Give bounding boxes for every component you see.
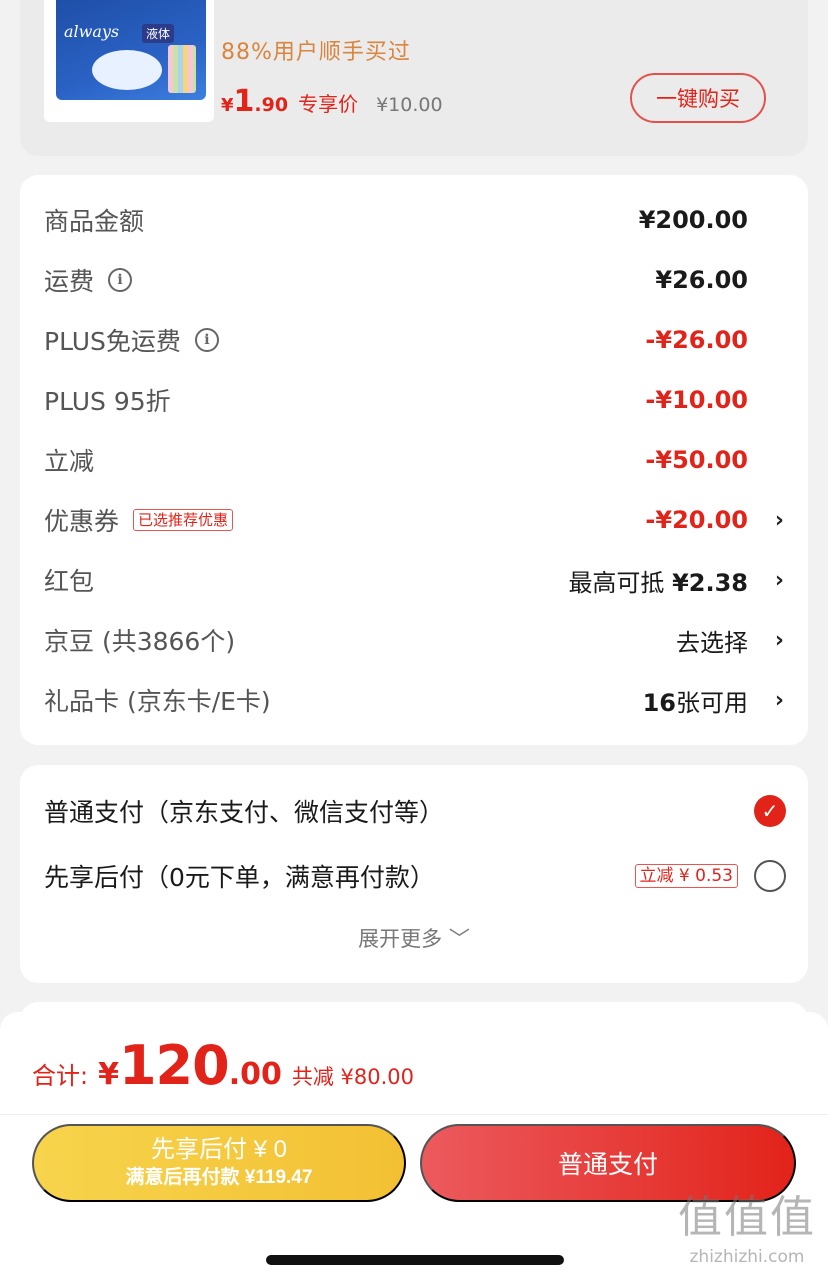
chevron-right-icon: › — [774, 507, 784, 533]
summary-label-text: 优惠券 — [44, 507, 120, 536]
product-badge: 液体 — [142, 24, 175, 43]
summary-label: 商品金额 — [44, 207, 145, 236]
chevron-right-icon: › — [774, 687, 784, 713]
home-indicator — [266, 1255, 564, 1265]
watermark-url: zhizhizhi.com — [689, 1247, 805, 1267]
pay-later-title: 先享后付 ¥ 0 — [150, 1136, 288, 1163]
payment-option-pay-later[interactable]: 先享后付（0元下单，满意再付款） 立减 ¥ 0.53 — [44, 854, 788, 898]
pad-graphic — [92, 50, 162, 90]
summary-row-red-packet[interactable]: 红包 最高可抵 ¥2.38 › — [44, 560, 784, 600]
summary-row-coupon[interactable]: 优惠券 已选推荐优惠 -¥20.00 › — [44, 500, 784, 540]
summary-row-shipping: 运费 i ¥26.00 — [44, 260, 784, 300]
price-tag: 专享价 — [298, 92, 359, 116]
checked-icon[interactable]: ✓ — [754, 795, 786, 827]
quick-buy-button[interactable]: 一键购买 — [630, 73, 766, 123]
summary-label: 礼品卡 (京东卡/E卡) — [44, 687, 271, 716]
summary-label: 京豆 (共3866个) — [44, 627, 236, 656]
pay-later-discount-badge: 立减 ¥ 0.53 — [634, 864, 738, 888]
pay-later-button[interactable]: 先享后付 ¥ 0 满意后再付款 ¥119.47 — [32, 1124, 406, 1202]
original-price: ¥10.00 — [376, 94, 443, 116]
brand-logo: always — [64, 22, 120, 41]
order-total: 合计: ¥ 120 .00 共减 ¥80.00 — [32, 1034, 414, 1097]
product-image[interactable]: always 液体 — [44, 0, 214, 122]
buy-hint-text: 88%用户顺手买过 — [221, 40, 411, 65]
chevron-right-icon: › — [774, 567, 784, 593]
product-price: ¥ 1 .90 专享价 ¥10.00 — [221, 84, 443, 119]
divider — [0, 1114, 828, 1115]
summary-value: ¥26.00 — [655, 266, 748, 294]
total-label: 合计: — [32, 1062, 89, 1090]
summary-label: 优惠券 已选推荐优惠 — [44, 502, 234, 538]
total-decimal: .00 — [228, 1057, 282, 1092]
summary-label: 立减 — [44, 447, 95, 476]
color-stripes — [168, 45, 196, 93]
summary-row-gift-card[interactable]: 礼品卡 (京东卡/E卡) 16张可用 › — [44, 680, 784, 720]
summary-row-jd-beans[interactable]: 京豆 (共3866个) 去选择 › — [44, 620, 784, 660]
payment-method-card: 普通支付（京东支付、微信支付等） ✓ 先享后付（0元下单，满意再付款） 立减 ¥… — [20, 765, 808, 983]
watermark-logo: 值值值 — [678, 1192, 816, 1243]
summary-value: 最高可抵 ¥2.38 — [568, 563, 748, 598]
summary-value: -¥10.00 — [645, 386, 748, 414]
price-currency: ¥ — [221, 95, 234, 116]
payment-option-normal[interactable]: 普通支付（京东支付、微信支付等） ✓ — [44, 789, 788, 833]
price-decimal: .90 — [254, 94, 289, 116]
value-suffix: 张可用 — [676, 688, 748, 717]
chevron-right-icon: › — [774, 627, 784, 653]
order-summary-card: 商品金额 ¥200.00 运费 i ¥26.00 PLUS免运费 i -¥26.… — [20, 175, 808, 745]
summary-value: -¥50.00 — [645, 446, 748, 474]
summary-value: 去选择 — [676, 628, 748, 657]
info-icon[interactable]: i — [108, 268, 133, 292]
summary-label-text: PLUS免运费 — [44, 327, 181, 356]
product-package: always 液体 — [56, 0, 206, 100]
summary-label: 红包 — [44, 567, 95, 596]
expand-more-link[interactable]: 展开更多 ﹀ — [20, 923, 808, 953]
info-icon[interactable]: i — [194, 328, 219, 352]
value-count: 16 — [642, 688, 676, 717]
pay-later-subtitle: 满意后再付款 ¥119.47 — [125, 1167, 313, 1188]
total-integer: 120 — [118, 1034, 230, 1097]
summary-row-goods-amount: 商品金额 ¥200.00 — [44, 200, 784, 240]
coupon-badge: 已选推荐优惠 — [133, 509, 234, 531]
summary-label-text: 运费 — [44, 267, 95, 296]
summary-value: -¥26.00 — [645, 326, 748, 354]
summary-label: PLUS 95折 — [44, 387, 171, 416]
summary-row-instant-discount: 立减 -¥50.00 — [44, 440, 784, 480]
summary-row-plus-free-shipping: PLUS免运费 i -¥26.00 — [44, 320, 784, 360]
summary-row-plus-discount: PLUS 95折 -¥10.00 — [44, 380, 784, 420]
value-prefix: 最高可抵 — [568, 568, 673, 597]
total-currency: ¥ — [98, 1057, 119, 1092]
value-amount: ¥2.38 — [672, 568, 748, 597]
summary-value: -¥20.00 — [645, 506, 748, 534]
payment-option-label: 先享后付（0元下单，满意再付款） — [44, 863, 435, 892]
summary-label: 运费 i — [44, 262, 133, 298]
summary-value: 16张可用 — [643, 683, 748, 718]
site-watermark: 值值值 zhizhizhi.com — [672, 1190, 822, 1276]
summary-label: PLUS免运费 i — [44, 322, 219, 358]
total-saving: 共减 ¥80.00 — [291, 1065, 415, 1089]
unchecked-radio-icon[interactable] — [754, 860, 786, 892]
payment-option-label: 普通支付（京东支付、微信支付等） — [44, 798, 445, 827]
summary-value: ¥200.00 — [638, 206, 748, 234]
price-integer: 1 — [233, 84, 255, 119]
